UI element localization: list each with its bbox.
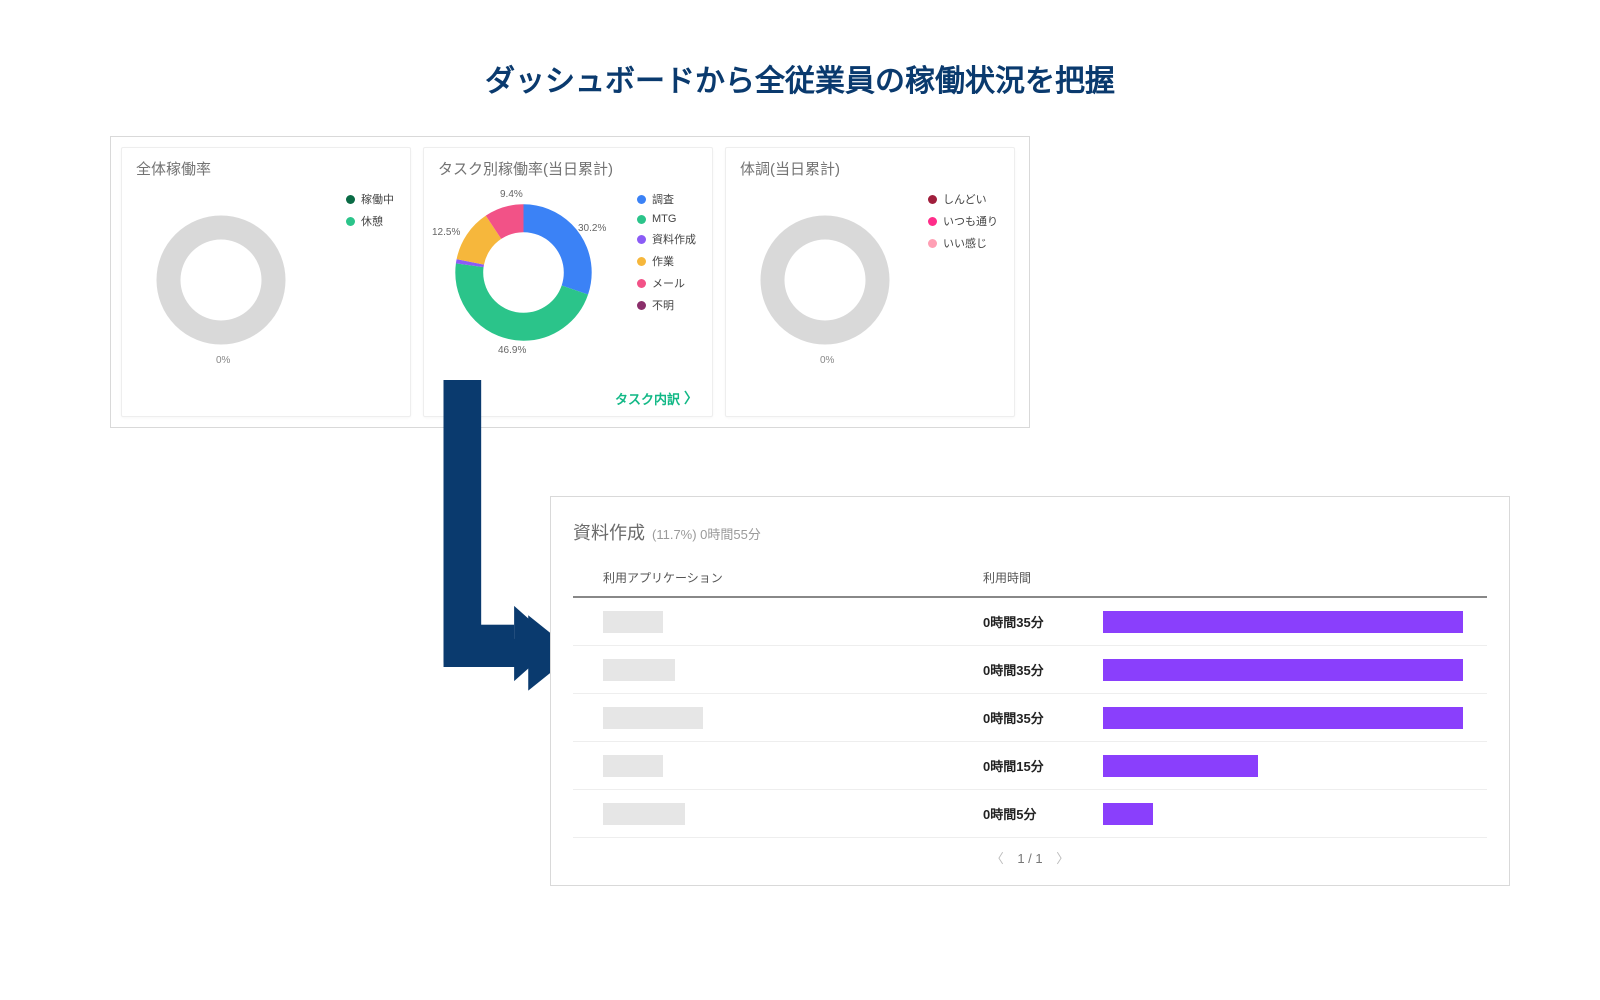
- legend-item: しんどい: [928, 191, 998, 207]
- legend-dot-icon: [637, 215, 646, 224]
- legend-label: 作業: [652, 253, 674, 269]
- legend-dot-icon: [928, 217, 937, 226]
- table-row: 0時間35分: [573, 694, 1487, 742]
- legend-dot-icon: [346, 195, 355, 204]
- pager-text: 1 / 1: [1017, 851, 1042, 866]
- legend-dot-icon: [637, 257, 646, 266]
- legend-dot-icon: [346, 217, 355, 226]
- legend-item: メール: [637, 275, 696, 291]
- legend-label: MTG: [652, 213, 676, 225]
- legend-label: 稼働中: [361, 191, 394, 207]
- detail-title-sub: (11.7%) 0時間55分: [652, 527, 761, 542]
- legend-dot-icon: [637, 279, 646, 288]
- legend-dot-icon: [637, 301, 646, 310]
- detail-table: 利用アプリケーション 利用時間 0時間35分 0時間35分 0時間35分 0時間15分…: [573, 559, 1487, 838]
- legend-item: いつも通り: [928, 213, 998, 229]
- legend-label: メール: [652, 275, 685, 291]
- card-title-overall: 全体稼働率: [136, 158, 396, 179]
- legend-item: 休憩: [346, 213, 394, 229]
- legend-label: いい感じ: [943, 235, 987, 251]
- col-header-app: 利用アプリケーション: [603, 569, 983, 586]
- legend-dot-icon: [637, 195, 646, 204]
- table-row: 0時間15分: [573, 742, 1487, 790]
- slice-pct-47: 46.9%: [498, 345, 526, 356]
- usage-bar: [1103, 659, 1463, 681]
- detail-title: 資料作成 (11.7%) 0時間55分: [573, 519, 1487, 545]
- slice-pct-12: 12.5%: [432, 227, 460, 238]
- card-title-task: タスク別稼働率(当日累計): [438, 158, 698, 179]
- dashboard-panel: 全体稼働率 0% 稼働中 休憩 タスク別稼働率(当日累計): [110, 136, 1030, 428]
- detail-title-main: 資料作成: [573, 523, 645, 543]
- legend-item: 資料作成: [637, 231, 696, 247]
- col-header-time: 利用時間: [983, 569, 1103, 586]
- legend-label: しんどい: [943, 191, 987, 207]
- usage-time-text: 0時間35分: [983, 660, 1103, 679]
- legend-condition: しんどい いつも通り いい感じ: [928, 191, 998, 257]
- card-title-condition: 体調(当日累計): [740, 158, 1000, 179]
- usage-bar: [1103, 611, 1463, 633]
- usage-bar: [1103, 707, 1463, 729]
- slice-pct-30: 30.2%: [578, 223, 606, 234]
- page-title: ダッシュボードから全従業員の稼働状況を把握: [0, 0, 1600, 136]
- card-overall-utilization: 全体稼働率 0% 稼働中 休憩: [121, 147, 411, 417]
- usage-time-text: 0時間5分: [983, 804, 1103, 823]
- table-row: 0時間5分: [573, 790, 1487, 838]
- card-condition: 体調(当日累計) 0% しんどい いつも通り いい感じ: [725, 147, 1015, 417]
- pager-next-button[interactable]: 〉: [1046, 851, 1079, 866]
- usage-bar: [1103, 803, 1153, 825]
- usage-bar: [1103, 755, 1258, 777]
- usage-time-text: 0時間35分: [983, 708, 1103, 727]
- table-header-row: 利用アプリケーション 利用時間: [573, 559, 1487, 598]
- app-name-placeholder: [603, 707, 703, 729]
- table-row: 0時間35分: [573, 646, 1487, 694]
- donut-task: [446, 195, 601, 350]
- legend-label: 休憩: [361, 213, 383, 229]
- legend-task: 調査 MTG 資料作成 作業 メール 不明: [637, 191, 696, 319]
- legend-label: 調査: [652, 191, 674, 207]
- overall-zero-label: 0%: [216, 355, 230, 366]
- legend-overall: 稼働中 休憩: [346, 191, 394, 235]
- task-breakdown-link[interactable]: タスク内訳 〉: [615, 388, 698, 408]
- legend-label: いつも通り: [943, 213, 998, 229]
- legend-dot-icon: [928, 239, 937, 248]
- card-task-utilization: タスク別稼働率(当日累計): [423, 147, 713, 417]
- usage-time-text: 0時間15分: [983, 756, 1103, 775]
- legend-item: 稼働中: [346, 191, 394, 207]
- table-row: 0時間35分: [573, 598, 1487, 646]
- legend-item: MTG: [637, 213, 696, 225]
- legend-dot-icon: [637, 235, 646, 244]
- pager: 〈 1 / 1 〉: [573, 838, 1487, 869]
- legend-item: いい感じ: [928, 235, 998, 251]
- app-name-placeholder: [603, 803, 685, 825]
- condition-zero-label: 0%: [820, 355, 834, 366]
- legend-item: 作業: [637, 253, 696, 269]
- app-name-placeholder: [603, 659, 675, 681]
- slice-pct-9: 9.4%: [500, 189, 523, 200]
- donut-overall: [146, 205, 296, 355]
- legend-dot-icon: [928, 195, 937, 204]
- legend-item: 調査: [637, 191, 696, 207]
- usage-time-text: 0時間35分: [983, 612, 1103, 631]
- donut-condition: [750, 205, 900, 355]
- detail-panel: 資料作成 (11.7%) 0時間55分 利用アプリケーション 利用時間 0時間3…: [550, 496, 1510, 886]
- legend-label: 不明: [652, 297, 674, 313]
- task-breakdown-link-label: タスク内訳: [615, 389, 680, 408]
- app-name-placeholder: [603, 611, 663, 633]
- pager-prev-button[interactable]: 〈: [981, 851, 1014, 866]
- arrow-icon: [440, 380, 560, 700]
- chevron-right-icon: 〉: [684, 388, 698, 408]
- app-name-placeholder: [603, 755, 663, 777]
- legend-label: 資料作成: [652, 231, 696, 247]
- legend-item: 不明: [637, 297, 696, 313]
